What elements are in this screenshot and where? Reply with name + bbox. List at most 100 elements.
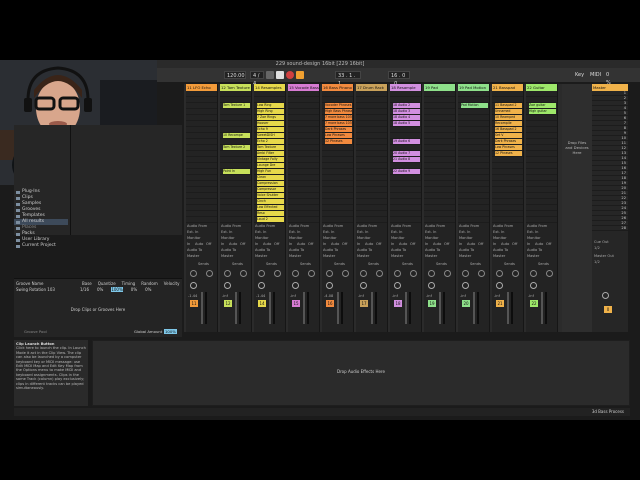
monitor-in[interactable]: In [323, 242, 326, 246]
track-header[interactable]: 22 Guitar [526, 84, 557, 91]
audio-to-value[interactable]: Master [493, 254, 505, 258]
record-button[interactable] [286, 71, 294, 79]
pan-knob[interactable] [258, 282, 265, 289]
send-b-knob[interactable] [410, 270, 417, 277]
send-a-knob[interactable] [462, 270, 469, 277]
audio-to-value[interactable]: Master [255, 254, 267, 258]
clip[interactable]: 18 Audio 5 [393, 121, 420, 126]
clip[interactable]: 12 Phrases [495, 151, 522, 156]
audio-to-value[interactable]: Master [459, 254, 471, 258]
track-header[interactable]: 11 LFO Echo [186, 84, 217, 91]
clip[interactable]: 18 Audio 2 [393, 103, 420, 108]
monitor-in[interactable]: In [221, 242, 224, 246]
monitor-off[interactable]: Off [410, 242, 415, 246]
loop-end-field[interactable]: 16 . 0 . 0 [388, 71, 410, 87]
groove-random[interactable]: 0% [131, 287, 137, 292]
clip[interactable]: Low Phrases [495, 145, 522, 150]
clip[interactable]: High Fun [257, 169, 284, 174]
send-b-knob[interactable] [444, 270, 451, 277]
monitor-off[interactable]: Off [274, 242, 279, 246]
clip[interactable]: Zoe guitar [529, 103, 556, 108]
track-header[interactable]: 18 Resample [390, 84, 421, 91]
track-number[interactable]: 14 [258, 300, 266, 307]
send-b-knob[interactable] [308, 270, 315, 277]
send-b-knob[interactable] [376, 270, 383, 277]
track-number[interactable]: 20 [462, 300, 470, 307]
clip[interactable]: Tom Texture 2 [223, 145, 250, 150]
audio-to-value[interactable]: Master [391, 254, 403, 258]
track-number[interactable]: 11 [190, 300, 198, 307]
monitor-in[interactable]: In [493, 242, 496, 246]
volume-fader[interactable] [337, 292, 339, 324]
clip[interactable]: Hoover [257, 121, 284, 126]
clip[interactable]: Dark Phrases [495, 139, 522, 144]
clip[interactable]: Unnamed [495, 109, 522, 114]
audio-to-value[interactable]: Master [425, 254, 437, 258]
audio-to-value[interactable]: Master [357, 254, 369, 258]
monitor-off[interactable]: Off [342, 242, 347, 246]
clip[interactable]: 10 Recompe [223, 133, 250, 138]
send-b-knob[interactable] [240, 270, 247, 277]
monitor-auto[interactable]: Auto [365, 242, 373, 246]
track-number[interactable]: 18 [394, 300, 402, 307]
volume-value[interactable]: -inf [528, 294, 534, 298]
monitor-in[interactable]: In [289, 242, 292, 246]
audio-from-value[interactable]: Ext. In [187, 230, 198, 234]
track-number[interactable]: 16 [326, 300, 334, 307]
clip[interactable]: High Ring [257, 109, 284, 114]
send-b-knob[interactable] [342, 270, 349, 277]
track-header[interactable]: 21 Basspad [492, 84, 523, 91]
volume-fader[interactable] [405, 292, 407, 324]
audio-from-value[interactable]: Ext. In [221, 230, 232, 234]
volume-value[interactable]: -inf [358, 294, 364, 298]
pan-knob[interactable] [530, 282, 537, 289]
clip[interactable]: 7 more bass 103 [325, 121, 352, 126]
scene-launch[interactable]: 28 [592, 226, 628, 231]
clip[interactable]: Lounge Dre [257, 163, 284, 168]
monitor-off[interactable]: Off [478, 242, 483, 246]
monitor-auto[interactable]: Auto [399, 242, 407, 246]
clip[interactable]: 21 Audio 8 [393, 157, 420, 162]
clip[interactable]: Vocoder Phrases [325, 103, 352, 108]
monitor-auto[interactable]: Auto [535, 242, 543, 246]
clip[interactable]: 10 Reamped [495, 115, 522, 120]
master-volume-value[interactable]: 0 [604, 306, 612, 313]
signature-field[interactable]: 4 / 4 [250, 71, 264, 87]
track-header[interactable]: 19 Pad [424, 84, 455, 91]
send-a-knob[interactable] [258, 270, 265, 277]
audio-to-value[interactable]: Master [289, 254, 301, 258]
audio-from-value[interactable]: Ext. In [289, 230, 300, 234]
midi-map-button[interactable]: MIDI [588, 71, 602, 79]
monitor-auto[interactable]: Auto [297, 242, 305, 246]
monitor-in[interactable]: In [357, 242, 360, 246]
audio-from-value[interactable]: Ext. In [323, 230, 334, 234]
clip[interactable]: Cinch [257, 199, 284, 204]
groove-row[interactable]: Swing Rotation 103 1/16 0% 100% 0% 0% [16, 287, 152, 292]
monitor-off[interactable]: Off [376, 242, 381, 246]
audio-to-value[interactable]: Master [323, 254, 335, 258]
monitor-off[interactable]: Off [240, 242, 245, 246]
volume-value[interactable]: -1.44 [188, 294, 197, 298]
pan-knob[interactable] [428, 282, 435, 289]
clip[interactable]: Set V [495, 133, 522, 138]
monitor-auto[interactable]: Auto [501, 242, 509, 246]
send-a-knob[interactable] [360, 270, 367, 277]
clip[interactable]: High guitar [529, 109, 556, 114]
stop-button[interactable] [276, 71, 284, 79]
send-b-knob[interactable] [478, 270, 485, 277]
send-a-knob[interactable] [224, 270, 231, 277]
clip[interactable]: Ambi Filter [257, 151, 284, 156]
clip[interactable]: Dark Phrases [325, 127, 352, 132]
play-button[interactable] [266, 71, 274, 79]
send-b-knob[interactable] [206, 270, 213, 277]
clip[interactable]: 7 more bass 103 [325, 115, 352, 120]
volume-fader[interactable] [303, 292, 305, 324]
clip[interactable]: Tom Texture [257, 145, 284, 150]
pan-knob[interactable] [462, 282, 469, 289]
groove-base[interactable]: 1/16 [80, 287, 89, 292]
pan-knob[interactable] [360, 282, 367, 289]
clip[interactable]: 19 Audio 6 [393, 139, 420, 144]
monitor-off[interactable]: Off [546, 242, 551, 246]
overdub-button[interactable] [296, 71, 304, 79]
audio-from-value[interactable]: Ext. In [391, 230, 402, 234]
